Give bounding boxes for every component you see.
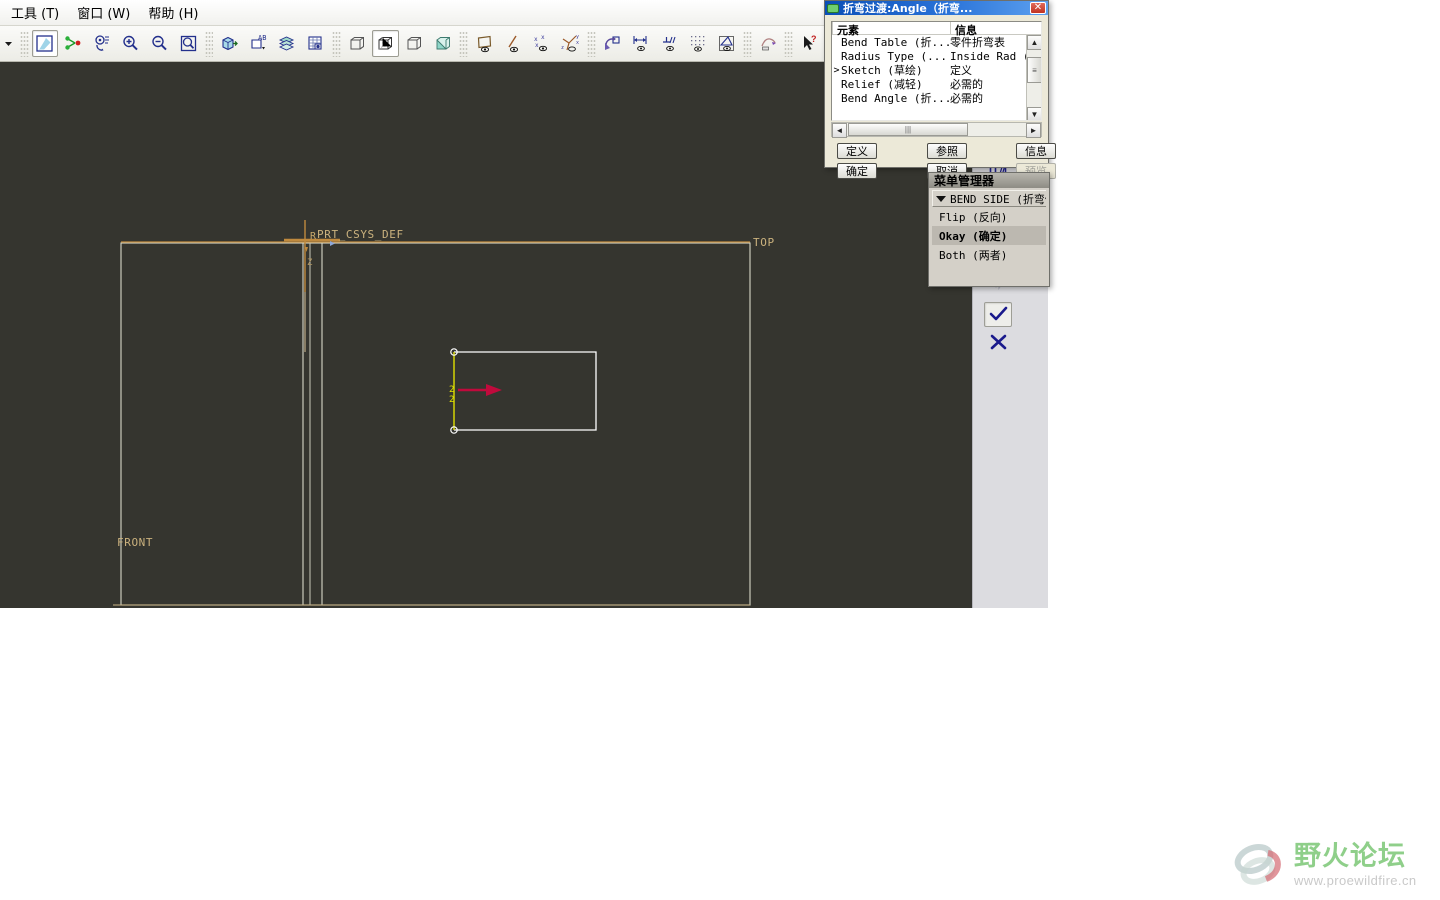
layers-icon[interactable] [274, 30, 301, 57]
sketch-tools-icon[interactable] [755, 30, 782, 57]
datum-point-display-icon[interactable]: x x x [529, 30, 556, 57]
table-row[interactable]: > Sketch (草绘) 定义 [832, 63, 1041, 77]
overflow-dropdown-icon[interactable] [1, 30, 17, 57]
svg-text:R: R [310, 231, 317, 242]
menu-bar: 工具 (T) 窗口 (W) 帮助 (H) [0, 0, 824, 26]
watermark-logo-icon [1234, 843, 1281, 885]
wireframe-view-icon[interactable] [344, 30, 371, 57]
row-info: 必需的 [950, 92, 983, 105]
svg-text:x: x [541, 34, 545, 41]
spin-model-icon[interactable] [599, 30, 626, 57]
row-element: Bend Angle (折... [841, 92, 950, 105]
row-element: Radius Type (... [841, 49, 947, 63]
constraint-display-icon[interactable] [656, 30, 683, 57]
app-window: 工具 (T) 窗口 (W) 帮助 (H) AB x x x y z x ? R … [0, 0, 1440, 900]
table-row[interactable]: Bend Table (折... 零件折弯表 [832, 35, 1041, 49]
reorient-icon[interactable] [89, 30, 116, 57]
close-icon[interactable]: ✕ [1030, 2, 1046, 14]
dialog-title-bar[interactable]: 折弯过渡:Angle（折弯... ✕ [825, 1, 1048, 15]
dimension-display-icon[interactable] [627, 30, 654, 57]
vertical-scrollbar[interactable]: ▲ ≡ ▼ [1026, 35, 1041, 120]
datum-plane-display-icon[interactable] [471, 30, 498, 57]
toolbar-grip-4[interactable] [459, 30, 469, 57]
table-row[interactable]: Relief (减轻) 必需的 [832, 77, 1041, 91]
zoom-out-icon[interactable] [146, 30, 173, 57]
watermark-url: www.proewildfire.cn [1294, 872, 1417, 888]
menu-both[interactable]: Both (两者) [932, 245, 1046, 264]
zoom-in-icon[interactable] [118, 30, 145, 57]
menu-help[interactable]: 帮助 (H) [139, 0, 207, 25]
saved-views-icon[interactable] [216, 30, 243, 57]
datum-axis-display-icon[interactable] [500, 30, 527, 57]
forum-watermark: 野火论坛 www.proewildfire.cn [1232, 836, 1436, 894]
svg-text:z: z [561, 45, 564, 51]
grid-display-icon[interactable] [685, 30, 712, 57]
main-toolbar: AB x x x y z x ? [0, 26, 824, 62]
refs-button[interactable]: 参照 [927, 143, 967, 159]
repaint-icon[interactable] [31, 30, 59, 57]
watermark-text-block: 野火论坛 www.proewildfire.cn [1294, 843, 1416, 888]
svg-text:FRONT: FRONT [117, 536, 153, 549]
menu-flip[interactable]: Flip (反向) [932, 207, 1046, 226]
menu-manager-body: BEND SIDE (折弯侧 Flip (反向) Okay (确定) Both … [929, 188, 1049, 267]
vertical-scroll-thumb[interactable]: ≡ [1027, 57, 1041, 83]
define-button[interactable]: 定义 [837, 143, 877, 159]
dialog-body: 元素 信息 Bend Table (折... 零件折弯表 Radius Type… [825, 15, 1056, 185]
menu-section-bend-side[interactable]: BEND SIDE (折弯侧 [932, 190, 1046, 207]
column-header-element: 元素 [832, 22, 950, 37]
svg-text:TOP: TOP [753, 236, 775, 249]
dialog-title-text: 折弯过渡:Angle（折弯... [843, 2, 973, 15]
scroll-up-icon[interactable]: ▲ [1027, 35, 1041, 50]
context-help-icon[interactable]: ? [796, 30, 823, 57]
svg-text:x: x [576, 40, 579, 46]
toolbar-grip-7[interactable] [784, 30, 794, 57]
datum-csys-display-icon[interactable]: y z x [557, 30, 584, 57]
menu-section-label: BEND SIDE (折弯侧 [950, 192, 1046, 206]
dialog-window-icon [827, 3, 839, 13]
menu-window[interactable]: 窗口 (W) [68, 0, 139, 25]
refit-icon[interactable] [175, 30, 202, 57]
menu-manager-title: 菜单管理器 [929, 173, 1049, 188]
svg-text:2: 2 [449, 395, 454, 405]
toolbar-grip-3[interactable] [331, 30, 341, 57]
no-hidden-view-icon[interactable] [401, 30, 428, 57]
column-header-info: 信息 [950, 22, 1026, 37]
scroll-right-icon[interactable]: ► [1026, 123, 1041, 138]
cancel-sketch-icon[interactable] [984, 330, 1012, 355]
svg-text:Z: Z [307, 258, 313, 268]
hidden-line-view-icon[interactable] [372, 30, 400, 57]
appearance-gallery-icon[interactable] [302, 30, 329, 57]
horizontal-scrollbar[interactable]: ◄ ||| ► [831, 122, 1042, 138]
svg-text:?: ? [811, 34, 817, 44]
watermark-title: 野火论坛 [1294, 840, 1406, 872]
menu-okay[interactable]: Okay (确定) [932, 226, 1046, 245]
element-list[interactable]: 元素 信息 Bend Table (折... 零件折弯表 Radius Type… [831, 21, 1042, 121]
spin-center-icon[interactable] [60, 30, 87, 57]
menu-tools[interactable]: 工具 (T) [2, 0, 68, 25]
row-element: Bend Table (折... [841, 36, 950, 49]
annotation-display-icon[interactable]: AB [245, 30, 272, 57]
chevron-down-icon [936, 195, 946, 202]
svg-text:PRT_CSYS_DEF: PRT_CSYS_DEF [317, 228, 404, 241]
vertex-display-icon[interactable] [713, 30, 740, 57]
scroll-left-icon[interactable]: ◄ [832, 123, 847, 138]
toolbar-grip-2[interactable] [204, 30, 214, 57]
horizontal-scroll-thumb[interactable]: ||| [848, 123, 968, 136]
accept-sketch-icon[interactable] [984, 302, 1012, 327]
toolbar-grip[interactable] [19, 30, 29, 57]
row-marker: > [833, 64, 840, 76]
table-row[interactable]: Bend Angle (折... 必需的 [832, 91, 1041, 105]
info-button[interactable]: 信息 [1016, 143, 1056, 159]
toolbar-grip-5[interactable] [586, 30, 596, 57]
svg-text:2: 2 [449, 385, 454, 395]
svg-text:AB: AB [258, 34, 266, 42]
shaded-view-icon[interactable] [430, 30, 457, 57]
table-row[interactable]: Radius Type (... Inside Rad (内 [832, 49, 1041, 64]
svg-text:x: x [535, 42, 539, 49]
toolbar-grip-6[interactable] [742, 30, 752, 57]
menu-manager-panel: 菜单管理器 BEND SIDE (折弯侧 Flip (反向) Okay (确定)… [928, 172, 1050, 287]
scroll-down-icon[interactable]: ▼ [1027, 107, 1041, 120]
bend-element-dialog: 折弯过渡:Angle（折弯... ✕ 元素 信息 Bend Table (折..… [824, 0, 1056, 179]
ok-button[interactable]: 确定 [837, 163, 877, 179]
